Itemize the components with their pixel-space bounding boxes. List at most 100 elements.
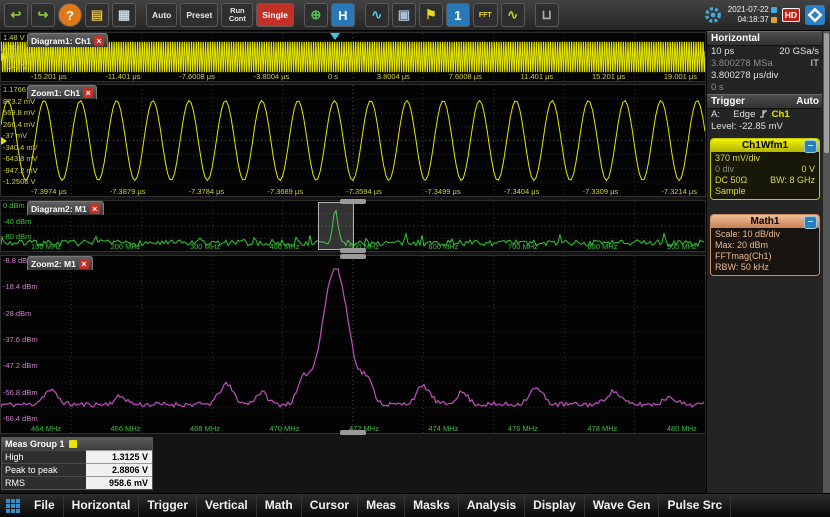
menu-item[interactable]: Display: [525, 494, 585, 517]
diagram2-tab[interactable]: Diagram2: M1 ×: [27, 201, 104, 215]
trigger-source-value: Ch1: [771, 109, 790, 120]
meas-name: RMS: [2, 476, 86, 489]
ch1wfm1-body: 370 mV/div 0 div 0 V DC 50Ω BW: 8 GHz Sa…: [711, 152, 819, 199]
meas-name: High: [2, 450, 86, 463]
menu-item[interactable]: Math: [257, 494, 302, 517]
record-length-value: 3.800278 MSa: [711, 58, 773, 69]
menu-item[interactable]: Analysis: [459, 494, 526, 517]
marker-button[interactable]: 1: [445, 3, 470, 27]
run-cont-button[interactable]: Run Cont: [221, 3, 254, 27]
meas-rows: High 1.3125 V Peak to peak 2.8806 V RMS …: [2, 450, 152, 489]
section-title: Horizontal: [711, 33, 760, 44]
zoom-drag-handle[interactable]: [340, 254, 366, 259]
trigger-header[interactable]: Trigger Auto: [707, 94, 823, 109]
single-button[interactable]: Single: [256, 3, 294, 27]
datetime-display: 2021-07-22 04:18:37: [728, 5, 777, 25]
resolution-row[interactable]: 10 ps 20 GSa/s: [707, 46, 823, 58]
gap: [297, 3, 301, 27]
scrollbar-thumb[interactable]: [824, 33, 829, 153]
display-button[interactable]: ▣: [391, 3, 416, 27]
minimize-icon[interactable]: –: [804, 140, 817, 153]
menu-item[interactable]: Meas: [358, 494, 406, 517]
position-row[interactable]: 0 s: [707, 82, 823, 94]
edge-trigger-icon: [760, 110, 768, 118]
horizontal-header[interactable]: Horizontal: [707, 31, 823, 46]
zoom-button[interactable]: ⊕: [303, 3, 328, 27]
math1-header[interactable]: Math1 –: [711, 215, 819, 229]
math1-signal-box[interactable]: Math1 – Scale: 10 dB/div Max: 20 dBm FFT…: [710, 214, 820, 276]
bottom-menubar: File Horizontal Trigger Vertical Math Cursor M…: [0, 493, 830, 517]
delete-button[interactable]: ⊔: [534, 3, 559, 27]
report-button[interactable]: ▦: [112, 3, 136, 27]
zoom-drag-handle[interactable]: [340, 199, 366, 204]
apps-grid-button[interactable]: [0, 498, 26, 513]
ch1-scale-value: 370 mV/div: [715, 153, 761, 163]
ch1-offset-marker[interactable]: [1, 136, 7, 145]
meas-value: 1.3125 V: [86, 450, 152, 463]
menu-item[interactable]: Trigger: [139, 494, 198, 517]
zoom1-tab[interactable]: Zoom1: Ch1 ×: [27, 85, 98, 99]
menu-item[interactable]: Vertical: [197, 494, 257, 517]
wave-button[interactable]: ∿: [500, 3, 525, 27]
zoom2-tab[interactable]: Zoom2: M1 ×: [27, 256, 93, 270]
zoom-drag-handle[interactable]: [340, 430, 366, 435]
math-rbw-value: RBW: 50 kHz: [715, 262, 769, 272]
menu-item[interactable]: Wave Gen: [585, 494, 660, 517]
zoom1-panel[interactable]: Zoom1: Ch1 × 1.1766 V 873.2 mV 569.8 mV 266…: [0, 84, 706, 197]
preset-button[interactable]: Preset: [180, 3, 219, 27]
settings-gear-button[interactable]: [703, 5, 723, 25]
meas-row: Peak to peak 2.8806 V: [2, 463, 152, 476]
oscilloscope-app: ↩ ↪? ▤ ▦ Auto Preset Run Cont Single ⊕ H ∿ ▣ ⚑ 1 FFT ∿ ⊔…: [0, 0, 830, 517]
meas-row: RMS 958.6 mV: [2, 476, 152, 489]
timescale-row[interactable]: 3.800278 μs/div: [707, 70, 823, 82]
time-text: 04:18:37: [737, 15, 769, 24]
waveform-panels: Diagram1: Ch1 × 1.48 V 740 mV -740 mV -1.48…: [0, 31, 706, 494]
spectrum-button[interactable]: ∿: [364, 3, 389, 27]
close-icon[interactable]: ×: [78, 258, 89, 269]
redo-button[interactable]: ↪: [31, 3, 55, 27]
horizontal-section[interactable]: Horizontal 10 ps 20 GSa/s 3.800278 MSa I…: [707, 31, 823, 94]
meas-group-header[interactable]: Meas Group 1: [2, 438, 152, 450]
diagram2-panel[interactable]: Diagram2: M1 × 0 dBm -40 dBm -80 dBm 100 M…: [0, 199, 706, 253]
gap: [358, 3, 362, 27]
meas-value: 2.8806 V: [86, 463, 152, 476]
open-file-button[interactable]: ▤: [85, 3, 109, 27]
trigger-section[interactable]: Trigger Auto A: Edge Ch1 Level: -22.85 m…: [707, 94, 823, 133]
diagram1-tab[interactable]: Diagram1: Ch1 ×: [27, 33, 108, 47]
annotation-button[interactable]: ⚑: [418, 3, 443, 27]
menu-item[interactable]: Cursor: [302, 494, 359, 517]
toolbar-button-group: ↩ ↪? ▤ ▦ Auto Preset Run Cont Single ⊕ H ∿ ▣ ⚑ 1 FFT ∿ ⊔: [4, 3, 699, 27]
trigger-level-row[interactable]: Level: -22.85 mV: [707, 121, 823, 133]
help-button[interactable]: ?: [58, 3, 82, 27]
diagram1-panel[interactable]: Diagram1: Ch1 × 1.48 V 740 mV -740 mV -1.48…: [0, 32, 706, 82]
close-icon[interactable]: ×: [83, 87, 94, 98]
undo-button[interactable]: ↩: [4, 3, 28, 27]
zoom-region-selector[interactable]: [318, 202, 355, 250]
hardcopy-button[interactable]: H: [330, 3, 355, 27]
close-icon[interactable]: ×: [89, 203, 100, 214]
section-title: Trigger: [711, 96, 745, 107]
ch1wfm1-header[interactable]: Ch1Wfm1 –: [711, 139, 819, 153]
minimize-icon[interactable]: –: [804, 216, 817, 229]
menu-item[interactable]: Horizontal: [64, 494, 140, 517]
ch1-offset-marker[interactable]: [1, 53, 7, 61]
ch1wfm1-signal-box[interactable]: Ch1Wfm1 – 370 mV/div 0 div 0 V DC 50Ω BW…: [710, 138, 820, 200]
autoset-button[interactable]: Auto: [146, 3, 178, 27]
hd-mode-badge[interactable]: HD: [781, 8, 800, 22]
close-icon[interactable]: ×: [94, 35, 104, 46]
record-length-row[interactable]: 3.800278 MSa IT: [707, 58, 823, 70]
gap: [139, 3, 143, 27]
menu-item[interactable]: File: [26, 494, 64, 517]
ch1-source-icon: [68, 440, 77, 448]
sidebar-scrollbar[interactable]: [822, 31, 830, 494]
trigger-position-marker[interactable]: [330, 33, 341, 40]
menu-item[interactable]: Masks: [405, 494, 459, 517]
trigger-source-row[interactable]: A: Edge Ch1: [707, 109, 823, 121]
fft-button[interactable]: FFT: [472, 3, 498, 27]
ch1-coupling-value: DC 50Ω: [715, 175, 748, 185]
zoom2-panel[interactable]: Zoom2: M1 × -8.8 dBm -18.4 dBm -28 dBm -37.…: [0, 254, 706, 435]
toolbar-right: 2021-07-22 04:18:37 HD: [703, 5, 826, 25]
network-icon: [770, 17, 777, 23]
zoom-drag-handle[interactable]: [340, 248, 366, 253]
menu-item[interactable]: Pulse Src: [659, 494, 732, 517]
